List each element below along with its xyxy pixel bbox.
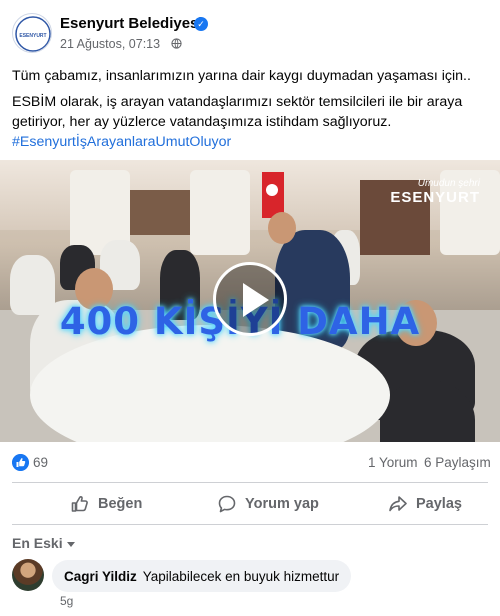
video-scene-flag-moon <box>266 184 278 196</box>
divider <box>12 482 488 483</box>
comment-bubble: Cagri Yildiz Yapilabilecek en buyuk hizm… <box>52 560 352 592</box>
post-text-line1: Tüm çabamız, insanlarımızın yarına dair … <box>12 68 471 84</box>
globe-icon <box>171 38 182 49</box>
video-scene-curtain <box>190 170 250 255</box>
comment-author-avatar[interactable] <box>12 559 44 591</box>
video-scene-person <box>268 212 296 244</box>
page-name[interactable]: Esenyurt Belediyesi <box>60 15 203 32</box>
post-timestamp[interactable]: 21 Ağustos, 07:13 <box>60 37 160 51</box>
verified-badge-icon: ✓ <box>194 17 208 31</box>
video-scene-wall <box>130 190 190 235</box>
comment-count[interactable]: 1 Yorum <box>368 455 418 470</box>
comment-timestamp[interactable]: 5g <box>60 594 73 608</box>
post-actions: Beğen Yorum yap Paylaş <box>0 485 500 523</box>
share-count[interactable]: 6 Paylaşım <box>424 455 491 470</box>
video-watermark: Umudun şehri ESENYURT <box>390 178 480 206</box>
share-icon <box>389 496 407 512</box>
post-hashtag[interactable]: #EsenyurtİşArayanlaraUmutOluyor <box>12 132 488 152</box>
comment-sort-dropdown[interactable]: En Eski <box>12 535 75 551</box>
like-count[interactable]: 69 <box>33 455 48 470</box>
like-reaction-icon[interactable] <box>12 454 29 471</box>
like-button[interactable]: Beğen <box>70 485 142 523</box>
comment-icon <box>218 495 236 513</box>
watermark-tagline: Umudun şehri <box>417 178 480 189</box>
svg-text:ESENYURT: ESENYURT <box>19 33 46 39</box>
play-icon <box>243 283 269 317</box>
post-stats: 69 1 Yorum 6 Paylaşım <box>0 452 500 474</box>
comment-author[interactable]: Cagri Yildiz <box>64 569 137 584</box>
like-button-label: Beğen <box>98 496 143 512</box>
share-button-label: Paylaş <box>416 496 462 512</box>
chevron-down-icon <box>66 541 75 547</box>
thumbs-up-icon <box>71 496 88 512</box>
post-header: ESENYURT Esenyurt Belediyesi ✓ 21 Ağusto… <box>0 0 500 60</box>
comment-button-label: Yorum yap <box>245 496 319 512</box>
post-text-line2: ESBİM olarak, iş arayan vatandaşlarımızı… <box>12 94 463 130</box>
watermark-title: ESENYURT <box>390 189 480 206</box>
play-button[interactable] <box>213 262 287 336</box>
page-avatar[interactable]: ESENYURT <box>12 13 52 53</box>
comment-text: Yapilabilecek en buyuk hizmettur <box>142 568 340 584</box>
share-button[interactable]: Paylaş <box>388 485 462 523</box>
comment-sort-label: En Eski <box>12 535 63 551</box>
video-player[interactable]: Umudun şehri ESENYURT 400 KİŞİYİ DAHA <box>0 160 500 442</box>
comment-button[interactable]: Yorum yap <box>217 485 319 523</box>
divider <box>12 524 488 525</box>
